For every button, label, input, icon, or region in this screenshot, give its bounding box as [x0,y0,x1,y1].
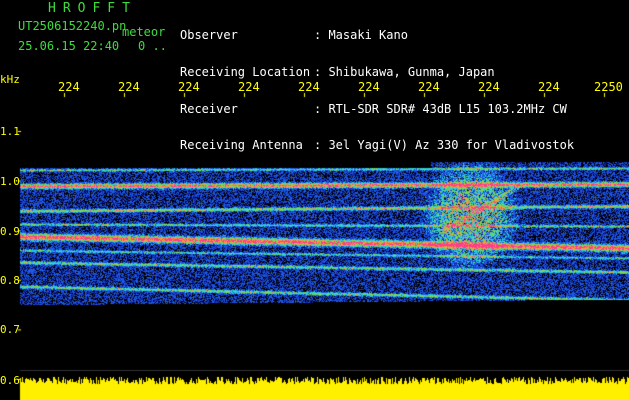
y-tick-label: 0.8 [0,274,20,287]
file-name: UT2506152240.pn [18,19,127,33]
value-antenna: : 3el Yagi(V) Az 330 for Vladivostok [314,138,575,153]
header-values: : Masaki Kano : Shibukawa, Gunma, Japan … [314,5,574,164]
app-title: HROFFT [48,1,137,16]
x-tick-label: 224 [418,80,440,94]
x-tick-label: 224 [118,80,140,94]
meteor-tag: meteor [122,25,166,39]
x-tick-label: 224 [178,80,200,94]
label-receiver: Receiver [180,101,238,116]
value-observer: : Masaki Kano [314,28,408,43]
x-tick-label: 224 [58,80,80,94]
label-observer: Observer [180,28,238,43]
x-tick-label: 224 [538,80,560,94]
extra-indicator: 0 .. [138,39,167,53]
y-tick-label: 0.9 [0,225,20,238]
x-tick-label: 224 [478,80,500,94]
label-antenna: Receiving Antenna [180,138,303,153]
y-axis-unit: kHz [0,73,20,86]
x-tick-label: 224 [358,80,380,94]
x-tick-label: 2250 [594,80,623,94]
y-tick-label: 1.1 [0,125,20,138]
y-tick-label: 0.6 [0,374,20,387]
x-tick-label: 224 [298,80,320,94]
y-tick-label: 0.7 [0,323,20,336]
timestamp: 25.06.15 22:40 [18,39,120,53]
value-receiver: : RTL-SDR SDR# 43dB L15 103.2MHz CW [314,101,567,116]
label-location: Receiving Location [180,65,311,80]
value-location: : Shibukawa, Gunma, Japan [314,65,495,80]
y-tick-label: 1.0 [0,175,20,188]
x-tick-label: 224 [238,80,260,94]
